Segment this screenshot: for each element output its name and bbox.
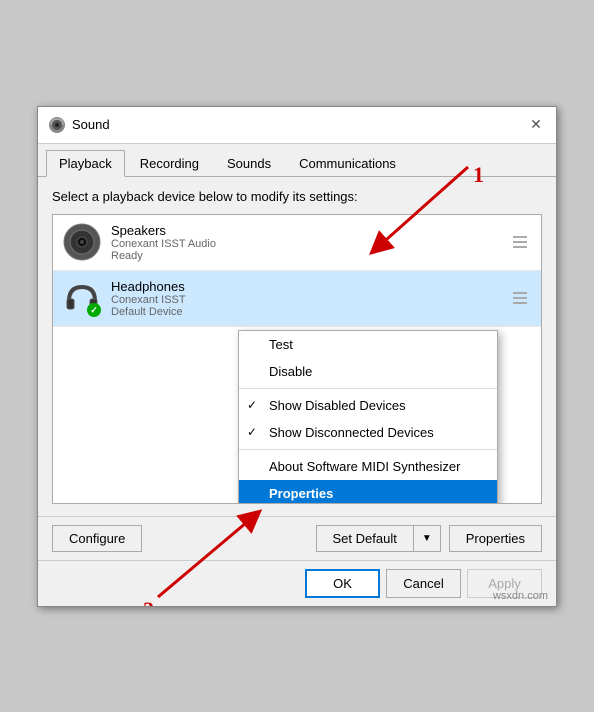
speaker-info: Speakers Conexant ISST Audio Ready [111, 223, 503, 262]
menu-item-about-midi[interactable]: About Software MIDI Synthesizer [239, 453, 497, 480]
headphone-scroll-indicator [513, 292, 527, 304]
headphone-icon: ✓ [63, 279, 101, 317]
tab-communications[interactable]: Communications [286, 150, 409, 176]
tab-recording[interactable]: Recording [127, 150, 212, 176]
menu-item-test[interactable]: Test [239, 331, 497, 358]
device-list[interactable]: Speakers Conexant ISST Audio Ready [52, 214, 542, 504]
set-default-arrow[interactable]: ▼ [413, 525, 441, 552]
menu-item-disable[interactable]: Disable [239, 358, 497, 385]
tab-content: Select a playback device below to modify… [38, 177, 556, 516]
bottom-bar: Configure Set Default ▼ Properties [38, 516, 556, 560]
properties-button[interactable]: Properties [449, 525, 542, 552]
tab-sounds[interactable]: Sounds [214, 150, 284, 176]
scroll-indicator [513, 236, 527, 248]
speaker-desc: Conexant ISST Audio [111, 238, 503, 250]
footer-buttons: OK Cancel Apply [38, 560, 556, 606]
menu-item-properties[interactable]: Properties [239, 480, 497, 504]
headphone-name: Headphones [111, 279, 503, 294]
headphone-desc: Conexant ISST [111, 294, 503, 306]
tab-playback[interactable]: Playback [46, 150, 125, 177]
menu-separator-2 [239, 449, 497, 450]
apply-button[interactable]: Apply [467, 569, 542, 598]
check-disconnected-icon: ✓ [247, 425, 257, 439]
menu-separator-1 [239, 388, 497, 389]
description-text: Select a playback device below to modify… [52, 189, 542, 204]
device-item-headphones[interactable]: ✓ Headphones Conexant ISST Default Devic… [53, 271, 541, 327]
speaker-icon [63, 223, 101, 261]
headphone-info: Headphones Conexant ISST Default Device [111, 279, 503, 318]
sound-dialog: Sound ✕ Playback Recording Sounds Commun… [37, 106, 557, 607]
title-left: Sound [48, 116, 110, 134]
title-bar: Sound ✕ [38, 107, 556, 144]
speaker-name: Speakers [111, 223, 503, 238]
dialog-title: Sound [72, 117, 110, 132]
headphone-status: Default Device [111, 306, 503, 318]
check-disabled-icon: ✓ [247, 398, 257, 412]
menu-item-show-disconnected[interactable]: ✓ Show Disconnected Devices [239, 419, 497, 446]
menu-item-show-disabled[interactable]: ✓ Show Disabled Devices [239, 392, 497, 419]
speaker-status: Ready [111, 250, 503, 262]
configure-button[interactable]: Configure [52, 525, 142, 552]
ok-button[interactable]: OK [305, 569, 380, 598]
close-button[interactable]: ✕ [526, 115, 546, 135]
context-menu: Test Disable ✓ Show Disabled Devices ✓ S… [238, 330, 498, 504]
tab-bar: Playback Recording Sounds Communications [38, 144, 556, 177]
cancel-button[interactable]: Cancel [386, 569, 461, 598]
sound-icon [48, 116, 66, 134]
device-item-speakers[interactable]: Speakers Conexant ISST Audio Ready [53, 215, 541, 271]
set-default-button[interactable]: Set Default [316, 525, 413, 552]
set-default-group: Set Default ▼ [316, 525, 441, 552]
default-check-icon: ✓ [87, 303, 101, 317]
